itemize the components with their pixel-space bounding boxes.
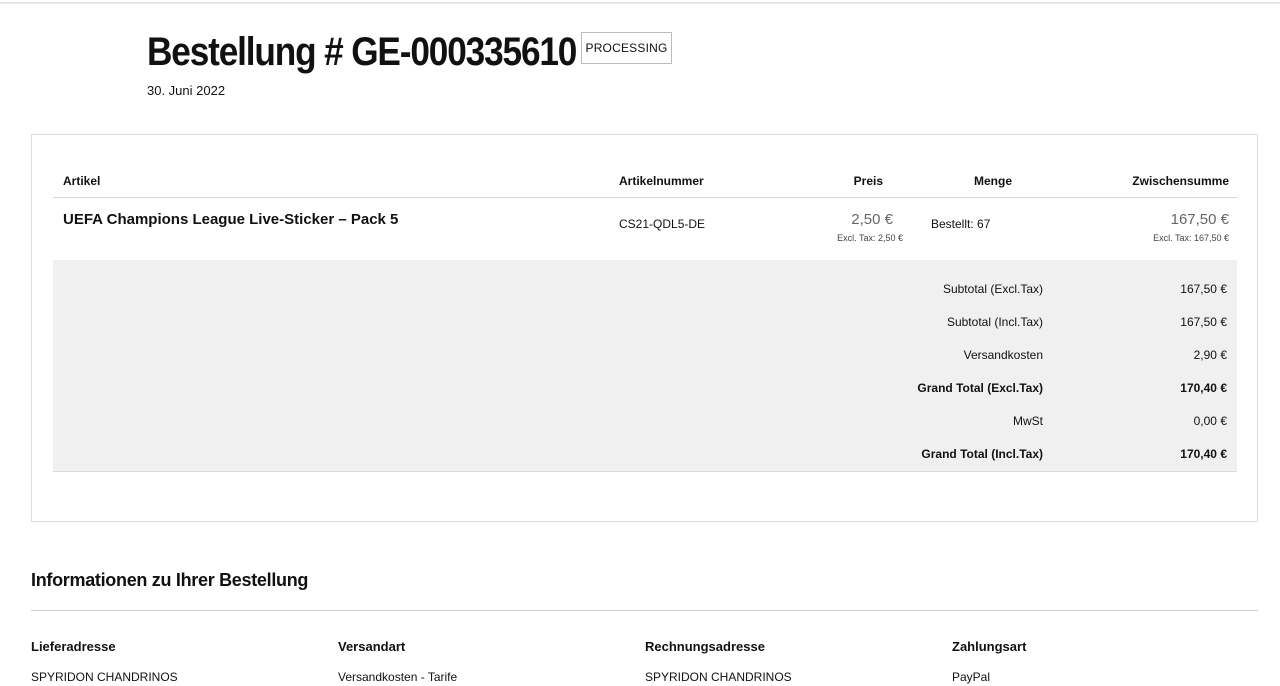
totals-row-subtotal-incl: Subtotal (Incl.Tax) 167,50 € — [53, 315, 1237, 335]
header-qty: Menge — [973, 174, 1012, 188]
totals-label: Subtotal (Excl.Tax) — [942, 282, 1043, 296]
totals-value: 2,90 € — [1193, 348, 1227, 362]
totals-value: 170,40 € — [1180, 447, 1227, 461]
header-article: Artikel — [63, 174, 101, 188]
order-totals: Subtotal (Excl.Tax) 167,50 € Subtotal (I… — [53, 260, 1237, 472]
shipping-address-section: Lieferadresse SPYRIDON CHANDRINOS — [31, 639, 331, 684]
table-row: UEFA Champions League Live-Sticker – Pac… — [53, 198, 1237, 260]
items-table-header: Artikel Artikelnummer Preis Menge Zwisch… — [53, 171, 1237, 198]
item-quantity: Bestellt: 67 — [931, 217, 991, 231]
payment-method-section: Zahlungsart PayPal — [952, 639, 1252, 684]
item-subtotal: 167,50 € — [1170, 211, 1229, 228]
shipping-method-value: Versandkosten - Tarife — [338, 670, 458, 684]
shipping-address-value: SPYRIDON CHANDRINOS — [31, 670, 178, 684]
totals-label: Grand Total (Incl.Tax) — [921, 447, 1043, 461]
totals-value: 167,50 € — [1180, 282, 1227, 296]
billing-address-section: Rechnungsadresse SPYRIDON CHANDRINOS — [645, 639, 945, 684]
payment-method-heading: Zahlungsart — [952, 639, 1027, 654]
item-sku: CS21-QDL5-DE — [619, 217, 706, 231]
item-name: UEFA Champions League Live-Sticker – Pac… — [63, 211, 399, 228]
item-subtotal-excl-tax: Excl. Tax: 167,50 € — [1153, 233, 1229, 243]
shipping-address-heading: Lieferadresse — [31, 639, 116, 654]
totals-label: Subtotal (Incl.Tax) — [946, 315, 1043, 329]
totals-value: 170,40 € — [1180, 381, 1227, 395]
totals-value: 167,50 € — [1180, 315, 1227, 329]
totals-label: Versandkosten — [963, 348, 1043, 362]
header-subtotal: Zwischensumme — [1132, 174, 1229, 188]
top-divider — [0, 2, 1280, 4]
status-badge: PROCESSING — [581, 32, 672, 64]
header-price: Preis — [853, 174, 883, 188]
totals-label: Grand Total (Excl.Tax) — [917, 381, 1043, 395]
totals-value: 0,00 € — [1193, 414, 1227, 428]
shipping-method-section: Versandart Versandkosten - Tarife — [338, 639, 638, 684]
billing-address-heading: Rechnungsadresse — [645, 639, 765, 654]
order-date: 30. Juni 2022 — [147, 83, 226, 98]
item-price-excl-tax: Excl. Tax: 2,50 € — [837, 233, 903, 243]
item-price: 2,50 € — [851, 211, 893, 228]
order-info-title: Informationen zu Ihrer Bestellung — [31, 570, 309, 590]
shipping-method-heading: Versandart — [338, 639, 406, 654]
totals-row-grand-incl: Grand Total (Incl.Tax) 170,40 € — [53, 447, 1237, 467]
totals-label: MwSt — [1013, 414, 1043, 428]
order-info-divider — [31, 610, 1258, 611]
totals-row-grand-excl: Grand Total (Excl.Tax) 170,40 € — [53, 381, 1237, 401]
billing-address-value: SPYRIDON CHANDRINOS — [645, 670, 792, 684]
totals-row-shipping: Versandkosten 2,90 € — [53, 348, 1237, 368]
header-sku: Artikelnummer — [619, 174, 704, 188]
payment-method-value: PayPal — [952, 670, 991, 684]
totals-row-subtotal-excl: Subtotal (Excl.Tax) 167,50 € — [53, 282, 1237, 302]
order-items-panel: Artikel Artikelnummer Preis Menge Zwisch… — [31, 134, 1258, 522]
page-title: Bestellung # GE-000335610 — [147, 30, 577, 74]
totals-row-tax: MwSt 0,00 € — [53, 414, 1237, 434]
